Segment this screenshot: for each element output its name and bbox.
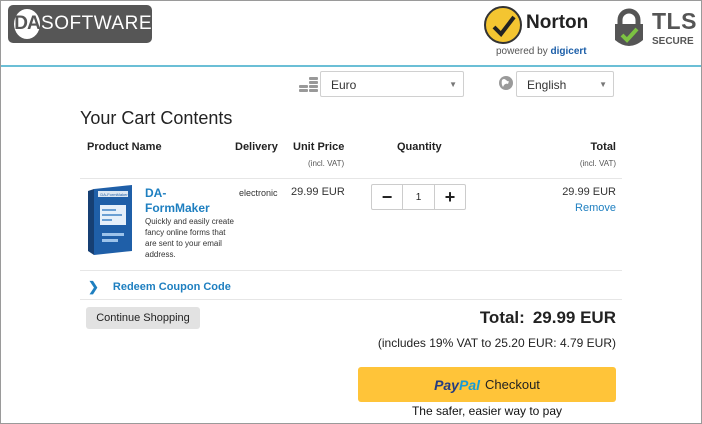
header-delivery: Delivery bbox=[235, 141, 278, 153]
logo-text: SOFTWARE bbox=[41, 13, 152, 34]
header-unit-price-note: (incl. VAT) bbox=[308, 159, 345, 168]
unit-price-value: 29.99 EUR bbox=[291, 186, 345, 198]
vat-note: (includes 19% VAT to 25.20 EUR: 4.79 EUR… bbox=[377, 336, 616, 350]
table-divider bbox=[80, 270, 622, 271]
language-select[interactable]: English ▼ bbox=[516, 71, 614, 97]
paypal-checkout-button[interactable]: PayPal Checkout bbox=[358, 367, 616, 402]
header-product: Product Name bbox=[87, 141, 162, 153]
header-total-note: (incl. VAT) bbox=[579, 159, 616, 168]
product-name-link[interactable]: DA-FormMaker bbox=[145, 186, 225, 216]
order-total: Total: 29.99 EUR bbox=[480, 308, 616, 328]
norton-badge: Norton powered by digicert bbox=[484, 4, 594, 60]
chevron-down-icon: ▼ bbox=[599, 80, 607, 89]
tls-subtitle: SECURE bbox=[652, 36, 694, 47]
chevron-down-icon: ▼ bbox=[449, 80, 457, 89]
globe-icon bbox=[499, 76, 513, 90]
checkout-label: Checkout bbox=[485, 377, 540, 392]
redeem-coupon-toggle[interactable]: ❯ Redeem Coupon Code bbox=[88, 279, 231, 295]
logo-da-mark: DA bbox=[14, 9, 41, 39]
quantity-input[interactable]: 1 bbox=[402, 185, 435, 209]
line-total-value: 29.99 EUR bbox=[562, 186, 616, 198]
currency-value: Euro bbox=[331, 78, 357, 92]
total-label: Total: bbox=[479, 308, 525, 327]
tls-wordmark: TLS bbox=[652, 8, 697, 34]
coins-icon bbox=[299, 77, 318, 92]
paypal-logo: PayPal bbox=[434, 376, 480, 393]
header-quantity: Quantity bbox=[397, 141, 442, 153]
norton-check-icon bbox=[484, 6, 522, 44]
boxshot-label: DA-FormMaker bbox=[100, 192, 128, 197]
header-divider bbox=[1, 65, 701, 67]
quantity-stepper: − 1 + bbox=[371, 184, 466, 210]
tls-badge: TLS SECURE bbox=[612, 6, 698, 52]
currency-select[interactable]: Euro ▼ bbox=[320, 71, 464, 97]
decrement-button[interactable]: − bbox=[372, 185, 402, 209]
delivery-value: electronic bbox=[239, 188, 278, 198]
page-title: Your Cart Contents bbox=[80, 108, 233, 128]
remove-link[interactable]: Remove bbox=[575, 202, 616, 214]
continue-shopping-button[interactable]: Continue Shopping bbox=[86, 307, 200, 329]
chevron-right-icon: ❯ bbox=[88, 279, 99, 294]
product-description: Quickly and easily create fancy online f… bbox=[145, 217, 234, 259]
coupon-label: Redeem Coupon Code bbox=[112, 281, 231, 293]
table-divider bbox=[80, 299, 622, 300]
header-unit-price: Unit Price bbox=[293, 141, 345, 153]
language-value: English bbox=[527, 78, 567, 92]
product-boxshot-image[interactable]: DA-FormMaker bbox=[86, 185, 138, 255]
total-amount: 29.99 EUR bbox=[532, 308, 616, 327]
norton-wordmark: Norton bbox=[526, 12, 589, 33]
brand-logo[interactable]: DA SOFTWARE bbox=[8, 5, 152, 43]
header-total: Total bbox=[590, 141, 616, 153]
lock-icon bbox=[615, 8, 643, 46]
norton-subtitle: powered by digicert bbox=[496, 46, 587, 57]
increment-button[interactable]: + bbox=[435, 185, 465, 209]
paypal-tagline: The safer, easier way to pay bbox=[411, 404, 563, 418]
table-divider bbox=[80, 178, 622, 179]
